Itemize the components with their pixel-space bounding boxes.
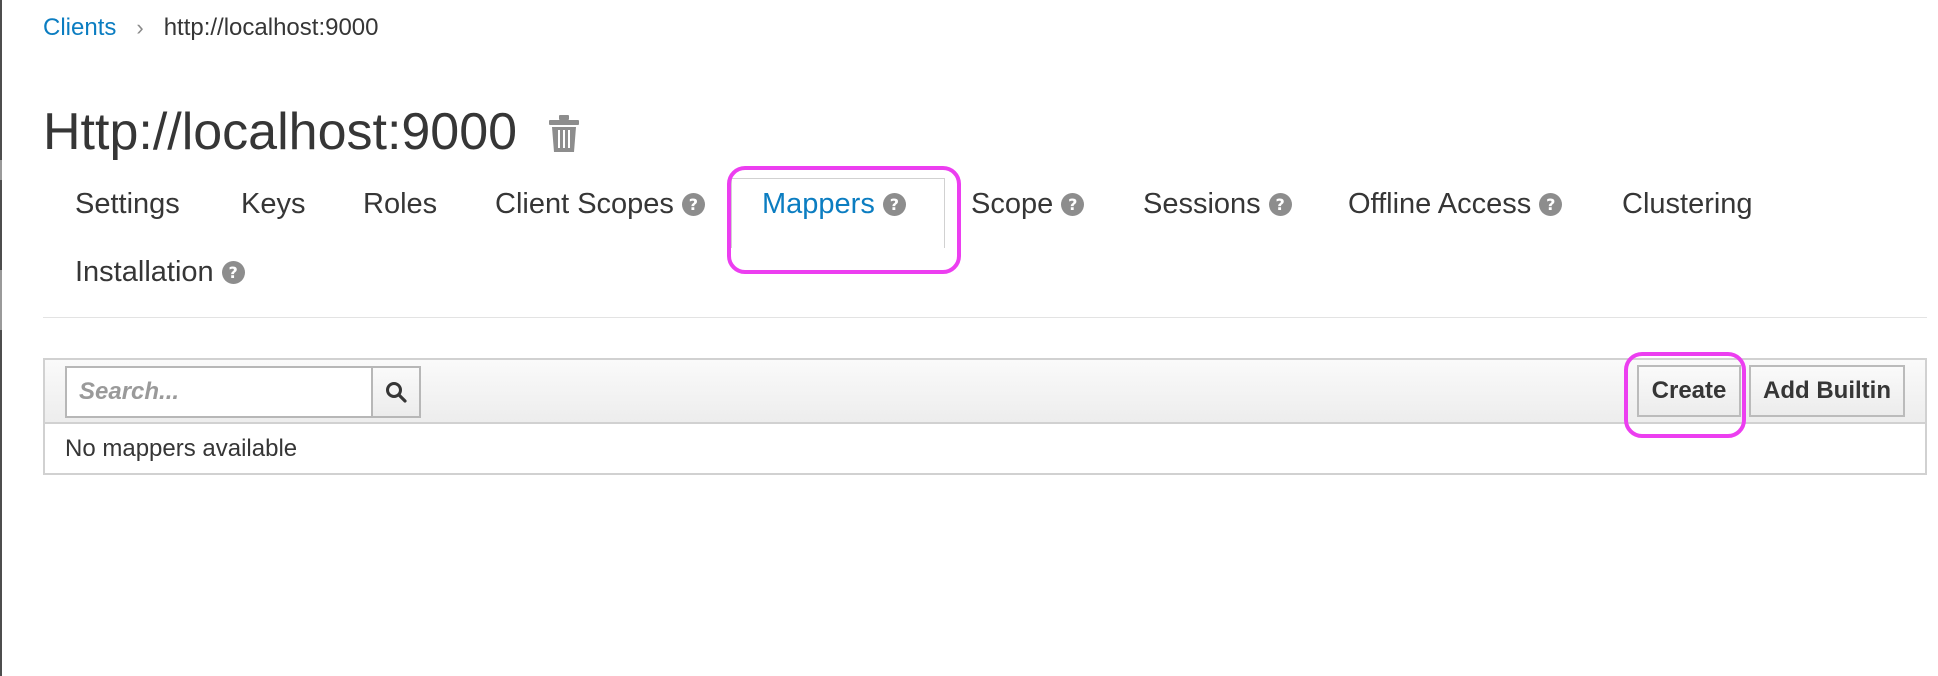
add-builtin-button[interactable]: Add Builtin [1749, 365, 1905, 417]
tab-keys[interactable]: Keys [241, 170, 305, 238]
tab-clustering[interactable]: Clustering [1622, 170, 1753, 238]
tab-label: Mappers [762, 187, 875, 220]
help-icon[interactable]: ? [221, 260, 245, 284]
table-toolbar: Create Add Builtin [45, 360, 1925, 424]
breadcrumb-clients-link[interactable]: Clients [43, 14, 116, 42]
tabs-divider [43, 317, 1927, 318]
tab-mappers[interactable]: Mappers ? [762, 170, 906, 238]
tab-label: Roles [363, 187, 438, 220]
tab-scope[interactable]: Scope ? [971, 170, 1085, 238]
tab-settings[interactable]: Settings [75, 170, 180, 238]
search-input[interactable] [65, 366, 371, 418]
tab-client-scopes[interactable]: Client Scopes ? [495, 170, 705, 238]
tab-label: Clustering [1622, 187, 1753, 220]
tab-roles[interactable]: Roles [363, 170, 437, 238]
page-header: Http://localhost:9000 [43, 100, 581, 164]
tab-row-1: Settings Keys Roles Client Scopes ? Mapp… [43, 170, 1927, 238]
window-left-edge [0, 0, 2, 676]
help-icon[interactable]: ? [882, 192, 906, 216]
breadcrumb-current: http://localhost:9000 [163, 14, 379, 41]
page-title: Http://localhost:9000 [43, 103, 518, 161]
tab-label: Keys [241, 187, 306, 220]
create-button[interactable]: Create [1637, 365, 1741, 417]
help-icon[interactable]: ? [1061, 192, 1085, 216]
tab-label: Installation [75, 255, 214, 288]
help-icon[interactable]: ? [681, 192, 705, 216]
search-button[interactable] [371, 366, 421, 418]
tab-label: Settings [75, 187, 180, 220]
help-icon[interactable]: ? [1268, 192, 1292, 216]
tab-row-2: Installation ? [43, 238, 1927, 306]
empty-state-message: No mappers available [65, 435, 298, 462]
tab-label: Offline Access [1348, 187, 1532, 220]
tab-sessions[interactable]: Sessions ? [1143, 170, 1292, 238]
help-icon[interactable]: ? [1539, 192, 1563, 216]
breadcrumb: Clients › http://localhost:9000 [43, 14, 379, 42]
tab-label: Client Scopes [495, 187, 674, 220]
tab-offline-access[interactable]: Offline Access ? [1348, 170, 1563, 238]
tab-label: Sessions [1143, 187, 1261, 220]
search-icon [386, 382, 407, 403]
tab-label: Scope [971, 187, 1054, 220]
trash-icon[interactable] [547, 114, 581, 154]
tab-installation[interactable]: Installation ? [75, 238, 245, 306]
mappers-table: Create Add Builtin No mappers available [43, 358, 1927, 475]
breadcrumb-separator-icon: › [136, 15, 144, 40]
